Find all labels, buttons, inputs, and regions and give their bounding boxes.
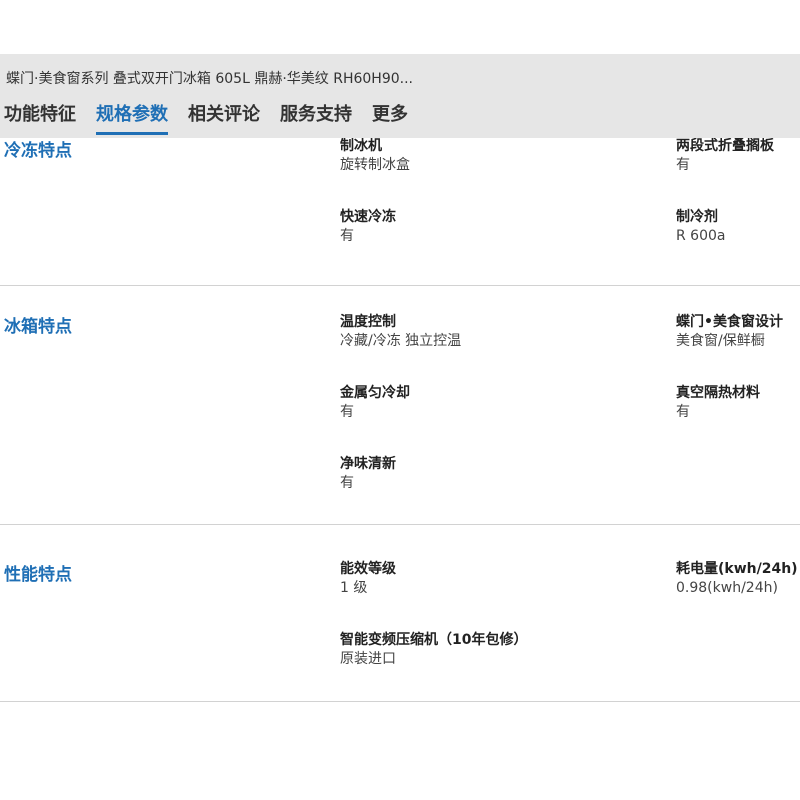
spec-label: 蝶门•美食窗设计 bbox=[676, 314, 783, 330]
spec-refrigerant: 制冷剂 R 600a bbox=[676, 208, 725, 246]
spec-label: 金属匀冷却 bbox=[340, 385, 410, 401]
tab-specs[interactable]: 规格参数 bbox=[96, 100, 168, 135]
page-header: 蝶门·美食窗系列 叠式双开门冰箱 605L 鼎赫·华美纹 RH60H90... … bbox=[0, 54, 800, 138]
spec-label: 智能变频压缩机（10年包修） bbox=[340, 632, 528, 648]
spec-value: 冷藏/冷冻 独立控温 bbox=[340, 333, 462, 349]
spec-door-design: 蝶门•美食窗设计 美食窗/保鲜橱 bbox=[676, 313, 783, 351]
tab-bar: 功能特征 规格参数 相关评论 服务支持 更多 bbox=[4, 100, 428, 135]
spec-temp-control: 温度控制 冷藏/冷冻 独立控温 bbox=[340, 313, 461, 351]
section-title-performance: 性能特点 bbox=[4, 565, 72, 585]
spec-label: 耗电量(kwh/24h) bbox=[676, 561, 798, 577]
spec-odor-clean: 净味清新 有 bbox=[340, 455, 396, 493]
spec-compressor: 智能变频压缩机（10年包修） 原装进口 bbox=[340, 631, 527, 669]
product-title: 蝶门·美食窗系列 叠式双开门冰箱 605L 鼎赫·华美纹 RH60H90... bbox=[6, 71, 413, 87]
spec-value: 有 bbox=[676, 404, 690, 420]
spec-label: 快速冷冻 bbox=[340, 209, 396, 225]
spec-folding-shelf: 两段式折叠搁板 有 bbox=[676, 137, 774, 175]
section-divider bbox=[0, 285, 800, 286]
spec-value: 旋转制冰盒 bbox=[340, 157, 410, 173]
spec-value: 0.98(kwh/24h) bbox=[676, 580, 778, 596]
spec-label: 能效等级 bbox=[340, 561, 396, 577]
tab-support[interactable]: 服务支持 bbox=[280, 100, 352, 135]
section-divider bbox=[0, 524, 800, 525]
spec-label: 净味清新 bbox=[340, 456, 396, 472]
spec-value: 有 bbox=[340, 404, 354, 420]
spec-ice-maker: 制冰机 旋转制冰盒 bbox=[340, 137, 410, 175]
spec-value: 有 bbox=[340, 228, 354, 244]
spec-value: 有 bbox=[676, 157, 690, 173]
spec-vacuum-insulation: 真空隔热材料 有 bbox=[676, 384, 760, 422]
spec-value: 美食窗/保鲜橱 bbox=[676, 333, 765, 349]
spec-value: R 600a bbox=[676, 228, 726, 244]
spec-energy-grade: 能效等级 1 级 bbox=[340, 560, 396, 598]
spec-label: 真空隔热材料 bbox=[676, 385, 760, 401]
spec-label: 两段式折叠搁板 bbox=[676, 138, 774, 154]
spec-metal-cooling: 金属匀冷却 有 bbox=[340, 384, 410, 422]
section-title-fridge: 冰箱特点 bbox=[4, 317, 72, 337]
tab-reviews[interactable]: 相关评论 bbox=[188, 100, 260, 135]
section-divider bbox=[0, 701, 800, 702]
spec-power-consumption: 耗电量(kwh/24h) 0.98(kwh/24h) bbox=[676, 560, 798, 598]
spec-quick-freeze: 快速冷冻 有 bbox=[340, 208, 396, 246]
tab-features[interactable]: 功能特征 bbox=[4, 100, 76, 135]
spec-label: 制冰机 bbox=[340, 138, 382, 154]
section-title-freezing: 冷冻特点 bbox=[4, 141, 72, 161]
spec-label: 制冷剂 bbox=[676, 209, 718, 225]
spec-label: 温度控制 bbox=[340, 314, 396, 330]
spec-value: 原装进口 bbox=[340, 651, 396, 667]
spec-value: 有 bbox=[340, 475, 354, 491]
spec-value: 1 级 bbox=[340, 580, 368, 596]
tab-more[interactable]: 更多 bbox=[372, 100, 408, 135]
